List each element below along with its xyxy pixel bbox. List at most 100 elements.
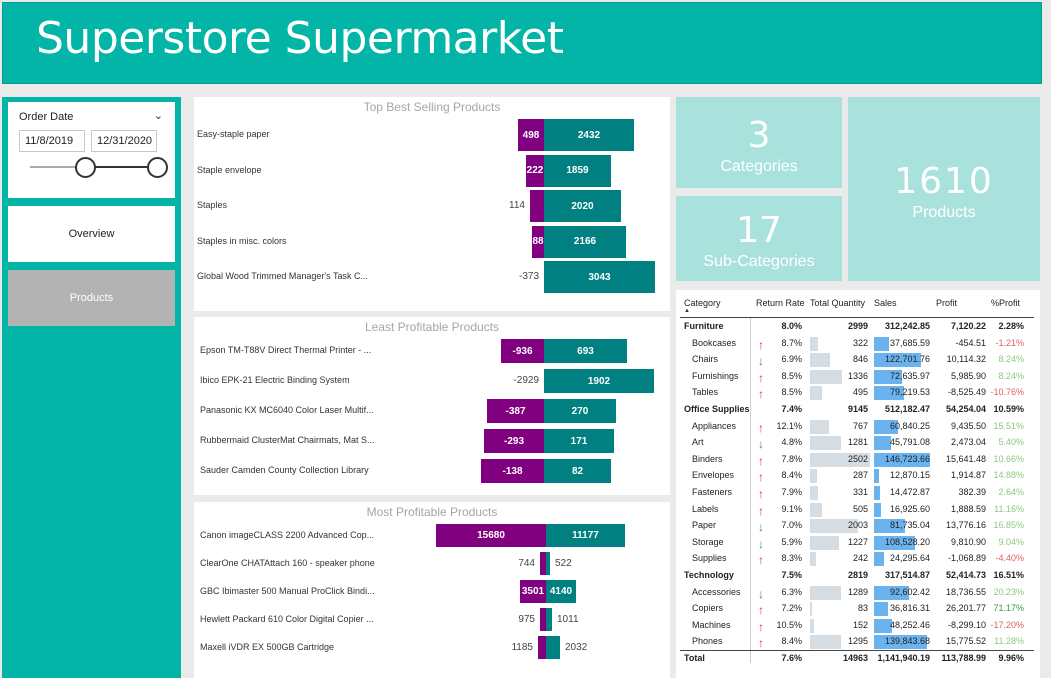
matrix-row-furnishings[interactable]: ↑ Furnishings 8.5% 1336 72,635.97 5,985.90 8.2… (676, 369, 1040, 385)
negative-bar-3: -293 (484, 429, 544, 453)
product-label: Maxell iVDR EX 500GB Cartridge (200, 641, 335, 652)
matrix-row-paper[interactable]: ↓ Paper 7.0% 2003 81,735.04 13,776.16 16.85% (676, 518, 1040, 534)
pct-profit-value: 8.24% (998, 354, 1024, 365)
matrix-row-storage[interactable]: ↓ Storage 5.9% 1227 108,528.20 9,810.90 9.04% (676, 535, 1040, 551)
start-date-input[interactable]: 11/8/2019 (19, 130, 85, 152)
quantity-bar (810, 635, 842, 650)
slider-end-handle[interactable] (147, 157, 168, 178)
quantity-bar (810, 585, 842, 600)
matrix-row-supplies[interactable]: ↑ Supplies 8.3% 242 24,295.64 -1,068.89 -4.40% (676, 551, 1040, 567)
category-name: Fasteners (692, 487, 733, 497)
quantity-bar (810, 436, 841, 451)
categories-card: 3 Categories (676, 97, 842, 188)
subcategories-value: 17 (736, 210, 782, 251)
return-rate-value: 7.0% (781, 520, 802, 531)
sales-value: 45,791.08 (889, 437, 930, 448)
chevron-down-icon[interactable]: ⌄ (154, 109, 163, 122)
end-date-input[interactable]: 12/31/2020 (91, 130, 157, 152)
arrow-down-icon: ↓ (758, 437, 764, 452)
return-rate-value: 8.3% (781, 553, 802, 564)
profit-value: 2,473.04 (950, 437, 986, 448)
overview-button[interactable]: Overview (8, 206, 175, 262)
header-sales[interactable]: Sales (874, 298, 897, 308)
positive-bar-3: 171 (544, 429, 614, 453)
positive-bar-4: 82 (544, 459, 611, 483)
negative-bar-0: 498 (518, 119, 544, 151)
matrix-row-envelopes[interactable]: ↑ Envelopes 8.4% 287 12,870.15 1,914.87 14.88% (676, 468, 1040, 484)
sales-value: 81,735.04 (889, 520, 930, 531)
pct-profit-value: 11.16% (994, 503, 1024, 514)
category-name: Binders (692, 453, 723, 464)
total-divider (680, 650, 1034, 651)
matrix-row-office-supplies[interactable]: Office Supplies 7.4% 9145 512,182.47 54,254.… (676, 402, 1040, 418)
matrix-row-technology[interactable]: Technology 7.5% 2819 317,514.87 52,414.73 16.… (676, 568, 1040, 584)
matrix-row-accessories[interactable]: ↓ Accessories 6.3% 1289 92,602.42 18,736.55 20… (676, 585, 1040, 601)
order-date-slicer[interactable]: Order Date ⌄ 11/8/2019 12/31/2020 (8, 102, 175, 198)
category-name: Total (684, 653, 705, 663)
slider-start-handle[interactable] (75, 157, 96, 178)
sales-value: 16,925.60 (889, 503, 930, 514)
header-category[interactable]: Category (684, 298, 721, 308)
matrix-row-phones[interactable]: ↑ Phones 8.4% 1295 139,843.68 15,775.52 11.28% (676, 634, 1040, 650)
quantity-bar (810, 369, 842, 384)
header-pct-profit[interactable]: %Profit (991, 298, 1020, 308)
profit-value: 5,985.90 (950, 370, 986, 381)
quantity-bar (810, 602, 812, 617)
category-name: Furnishings (692, 370, 739, 381)
sales-value: 24,295.64 (889, 553, 930, 564)
total-quantity-value: 9145 (847, 404, 868, 414)
header-total-quantity[interactable]: Total Quantity (810, 298, 865, 308)
matrix-row-tables[interactable]: ↑ Tables 8.5% 495 79,219.53 -8,525.49 -10.76% (676, 385, 1040, 401)
quantity-bar (810, 419, 829, 434)
positive-bar-0: 693 (544, 339, 627, 363)
pct-profit-value: 9.96% (998, 653, 1024, 663)
negative-value-label: 975 (518, 613, 535, 625)
total-quantity-value: 287 (852, 470, 868, 481)
matrix-row-art[interactable]: ↓ Art 4.8% 1281 45,791.08 2,473.04 5.40% (676, 435, 1040, 451)
category-name: Envelopes (692, 470, 735, 481)
total-quantity-value: 2502 (847, 453, 868, 464)
header-profit[interactable]: Profit (936, 298, 957, 308)
matrix-row-labels[interactable]: ↑ Labels 9.1% 505 16,925.60 1,888.59 11.16% (676, 502, 1040, 518)
products-button[interactable]: Products (8, 270, 175, 326)
matrix-row-machines[interactable]: ↑ Machines 10.5% 152 48,252.46 -8,299.10 -17.2… (676, 618, 1040, 634)
matrix-row-bookcases[interactable]: ↑ Bookcases 8.7% 322 37,685.59 -454.51 -1.21% (676, 336, 1040, 352)
matrix-row-fasteners[interactable]: ↑ Fasteners 7.9% 331 14,472.87 382.39 2.64% (676, 485, 1040, 501)
subcategories-card: 17 Sub-Categories (676, 196, 842, 281)
pct-profit-value: 2.28% (998, 321, 1024, 331)
profit-value: 18,736.55 (945, 586, 986, 597)
negative-bar-2 (530, 190, 544, 222)
matrix-row-total[interactable]: Total 7.6% 14963 1,141,940.19 113,788.99 9.96… (676, 651, 1040, 667)
matrix-row-binders[interactable]: ↑ Binders 7.8% 2502 146,723.66 15,641.48 10.66… (676, 452, 1040, 468)
return-rate-value: 7.4% (781, 404, 802, 414)
return-rate-value: 7.6% (781, 653, 802, 663)
matrix-row-appliances[interactable]: ↑ Appliances 12.1% 767 60,840.25 9,435.50 15.5… (676, 419, 1040, 435)
arrow-down-icon: ↓ (758, 520, 764, 535)
quantity-bar (810, 486, 818, 500)
matrix-row-furniture[interactable]: Furniture 8.0% 2999 312,242.85 7,120.22 2.28% (676, 319, 1040, 335)
matrix-row-chairs[interactable]: ↓ Chairs 6.9% 846 122,701.76 10,114.32 8.24% (676, 352, 1040, 368)
product-label: Ibico EPK-21 Electric Binding System (200, 375, 350, 385)
product-label: GBC Ibimaster 500 Manual ProClick Bindi.… (200, 585, 375, 596)
header-return-rate[interactable]: Return Rate (756, 298, 805, 308)
profit-value: 15,641.48 (945, 453, 986, 464)
pct-profit-value: 11.28% (994, 636, 1024, 647)
category-name: Appliances (692, 420, 737, 431)
profit-value: 54,254.04 (945, 404, 986, 414)
profit-value: 113,788.99 (941, 653, 986, 663)
return-rate-value: 6.3% (781, 586, 802, 597)
total-quantity-value: 505 (852, 503, 868, 514)
positive-value-label: 2032 (565, 641, 588, 653)
sales-value: 72,635.97 (889, 370, 930, 381)
matrix-row-copiers[interactable]: ↑ Copiers 7.2% 83 36,816.31 26,201.77 71.17% (676, 601, 1040, 617)
categories-value: 3 (747, 115, 771, 156)
quantity-bar (810, 353, 831, 368)
positive-bar-3: 2166 (544, 225, 626, 258)
total-quantity-value: 1281 (847, 437, 868, 448)
profit-value: 1,888.59 (950, 503, 986, 514)
negative-value-label: -2929 (513, 375, 539, 386)
category-name: Tables (692, 387, 719, 398)
profit-value: -8,525.49 (947, 387, 986, 398)
category-name: Machines (692, 619, 731, 630)
return-rate-value: 5.9% (781, 536, 802, 547)
